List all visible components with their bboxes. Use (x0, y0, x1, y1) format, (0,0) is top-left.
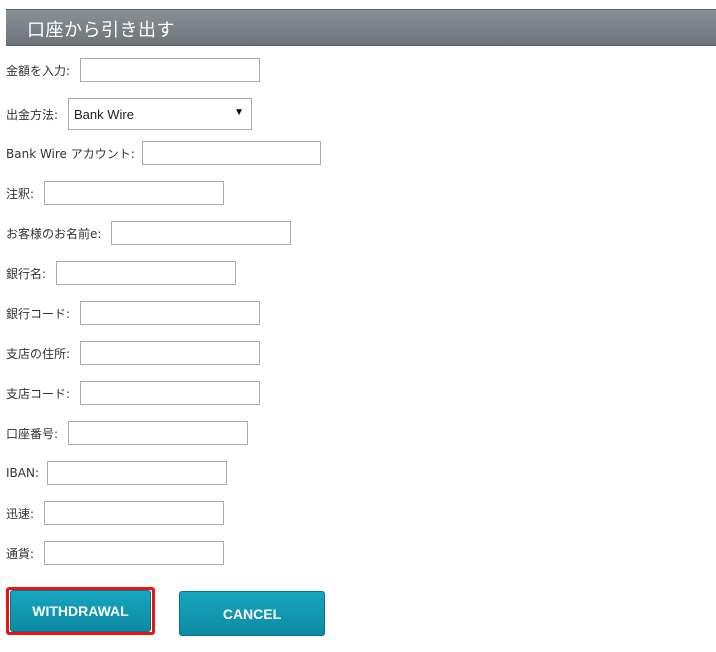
branch-address-label: 支店の住所: (6, 346, 71, 361)
branch-address-input[interactable] (80, 341, 260, 365)
notes-label-row: 注釈: (6, 181, 38, 205)
iban-input[interactable] (47, 461, 227, 485)
customer-name-input[interactable] (111, 221, 291, 245)
branch-code-label: 支店コード: (6, 386, 71, 401)
method-label-row: 出金方法: (6, 102, 62, 126)
panel-header: 口座から引き出す (6, 9, 716, 46)
currency-input[interactable] (44, 541, 224, 565)
amount-label-row: 金額を入力: (6, 58, 74, 82)
amount-input[interactable] (80, 58, 260, 82)
swift-input[interactable] (44, 501, 224, 525)
customer-name-label-row: お客様のお名前e: (6, 221, 105, 245)
swift-label-row: 迅速: (6, 501, 38, 525)
iban-label: IBAN: (6, 466, 39, 480)
account-number-input[interactable] (68, 421, 248, 445)
branch-code-label-row: 支店コード: (6, 381, 74, 405)
currency-label: 通貨: (6, 546, 35, 561)
branch-address-label-row: 支店の住所: (6, 341, 74, 365)
bank-code-label-row: 銀行コード: (6, 301, 74, 325)
withdrawal-method-select[interactable]: Bank Wire ▼ (68, 98, 252, 130)
iban-label-row: IBAN: (6, 461, 43, 485)
method-label: 出金方法: (6, 107, 59, 122)
withdrawal-button[interactable]: WITHDRAWAL (10, 590, 151, 632)
swift-label: 迅速: (6, 506, 35, 521)
bank-wire-account-input[interactable] (142, 141, 321, 165)
bank-code-input[interactable] (80, 301, 260, 325)
account-label: Bank Wire アカウント: (6, 146, 135, 161)
notes-input[interactable] (44, 181, 224, 205)
amount-label: 金額を入力: (6, 63, 71, 78)
dropdown-arrow-icon: ▼ (234, 107, 244, 118)
bank-name-input[interactable] (56, 261, 236, 285)
cancel-button[interactable]: CANCEL (179, 591, 325, 636)
customer-name-label: お客様のお名前e: (6, 226, 102, 241)
currency-label-row: 通貨: (6, 541, 38, 565)
account-number-label: 口座番号: (6, 426, 59, 441)
method-selected-value: Bank Wire (74, 106, 134, 122)
bank-name-label-row: 銀行名: (6, 261, 50, 285)
bank-code-label: 銀行コード: (6, 306, 71, 321)
account-number-label-row: 口座番号: (6, 421, 62, 445)
branch-code-input[interactable] (80, 381, 260, 405)
bank-name-label: 銀行名: (6, 266, 47, 281)
notes-label: 注釈: (6, 186, 35, 201)
account-label-row: Bank Wire アカウント: (6, 141, 139, 165)
page-title: 口座から引き出す (27, 20, 175, 41)
